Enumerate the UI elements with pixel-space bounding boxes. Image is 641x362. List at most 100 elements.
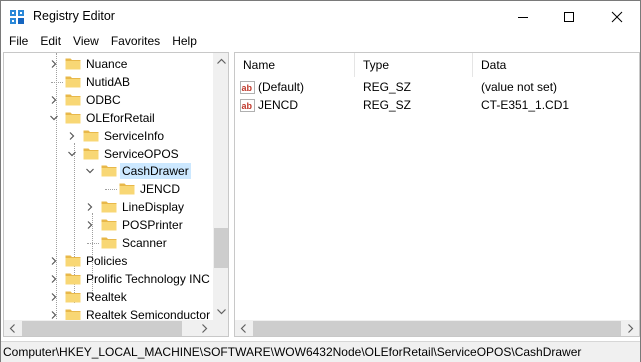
minimize-icon <box>518 16 528 18</box>
folder-icon <box>65 255 81 267</box>
folder-icon <box>101 165 117 177</box>
close-button[interactable] <box>594 1 640 32</box>
menu-bar: File Edit View Favorites Help <box>1 32 640 51</box>
scroll-left-button[interactable] <box>4 320 20 336</box>
values-list-pane[interactable]: Name Type Data ab (Default) REG_SZ (valu… <box>234 52 640 337</box>
scroll-up-button[interactable] <box>213 53 228 69</box>
folder-icon <box>65 273 81 285</box>
tree-item[interactable]: Realtek <box>4 288 213 306</box>
scroll-right-button[interactable] <box>623 320 639 336</box>
svg-text:ab: ab <box>242 101 253 111</box>
svg-text:ab: ab <box>242 83 253 93</box>
list-horizontal-scroll-thumb[interactable] <box>253 321 621 336</box>
value-name: (Default) <box>258 80 305 94</box>
tree-item-label: Nuance <box>86 57 128 71</box>
scroll-down-button[interactable] <box>213 304 228 320</box>
tree-item[interactable]: POSPrinter <box>4 216 213 234</box>
scrollbar-corner <box>213 320 228 336</box>
value-type: REG_SZ <box>363 80 412 94</box>
chevron-left-icon <box>9 323 15 333</box>
menu-view[interactable]: View <box>67 32 105 51</box>
status-bar-path: Computer\HKEY_LOCAL_MACHINE\SOFTWARE\WOW… <box>1 341 640 362</box>
tree-item[interactable]: Nuance <box>4 55 213 73</box>
folder-icon <box>83 148 99 160</box>
value-name: JENCD <box>258 98 299 112</box>
scroll-right-button[interactable] <box>197 320 213 336</box>
menu-favorites[interactable]: Favorites <box>105 32 166 51</box>
tree-item-label: Scanner <box>122 236 167 250</box>
chevron-right-icon[interactable] <box>49 95 59 105</box>
tree-item-label: NutidAB <box>86 75 131 89</box>
chevron-down-icon[interactable] <box>85 166 95 176</box>
folder-icon <box>65 76 81 88</box>
tree-item[interactable]: ODBC <box>4 91 213 109</box>
tree-item-label: LineDisplay <box>122 200 185 214</box>
tree-item[interactable]: OLEforRetail <box>4 109 213 127</box>
string-value-icon: ab <box>240 81 255 94</box>
folder-icon <box>65 58 81 70</box>
chevron-down-icon <box>216 309 226 315</box>
menu-edit[interactable]: Edit <box>34 32 67 51</box>
tree-horizontal-scroll-thumb[interactable] <box>22 321 182 336</box>
tree-item[interactable]: NutidAB <box>4 73 213 91</box>
column-header-type[interactable]: Type <box>355 53 473 77</box>
folder-icon <box>101 201 117 213</box>
tree-item[interactable]: ServiceOPOS <box>4 145 213 163</box>
tree-item-label: OLEforRetail <box>86 111 155 125</box>
column-header-data[interactable]: Data <box>473 53 639 77</box>
chevron-right-icon[interactable] <box>49 274 59 284</box>
folder-icon <box>65 291 81 303</box>
folder-icon <box>101 219 117 231</box>
chevron-right-icon <box>202 323 208 333</box>
tree-connector <box>105 189 117 190</box>
scroll-left-button[interactable] <box>235 320 251 336</box>
tree-vertical-scrollbar[interactable] <box>213 53 228 320</box>
chevron-right-icon[interactable] <box>85 220 95 230</box>
folder-icon <box>65 112 81 124</box>
tree-vertical-scroll-thumb[interactable] <box>214 228 228 268</box>
minimize-button[interactable] <box>500 1 546 32</box>
menu-help[interactable]: Help <box>166 32 203 51</box>
value-data: CT-E351_1.CD1 <box>481 98 570 112</box>
chevron-right-icon[interactable] <box>49 59 59 69</box>
chevron-right-icon[interactable] <box>49 310 59 320</box>
chevron-right-icon[interactable] <box>49 256 59 266</box>
registry-editor-window: Registry Editor File Edit View Favorites… <box>0 0 641 362</box>
chevron-right-icon[interactable] <box>49 292 59 302</box>
tree-item-label: Policies <box>86 254 128 268</box>
tree-item[interactable]: JENCD <box>4 180 213 198</box>
chevron-right-icon[interactable] <box>67 131 77 141</box>
string-value-icon: ab <box>240 99 255 112</box>
chevron-down-icon[interactable] <box>49 113 59 123</box>
tree-horizontal-scrollbar[interactable] <box>4 320 213 336</box>
tree-item-label: JENCD <box>140 182 181 196</box>
tree-item[interactable]: Prolific Technology INC <box>4 270 213 288</box>
menu-file[interactable]: File <box>3 32 34 51</box>
chevron-down-icon[interactable] <box>67 149 77 159</box>
tree-connector <box>51 82 63 83</box>
tree-item-label: Prolific Technology INC <box>86 272 210 286</box>
tree-item-label: ServiceOPOS <box>104 147 179 161</box>
tree-item[interactable]: ServiceInfo <box>4 127 213 145</box>
tree-item[interactable]: Scanner <box>4 234 213 252</box>
tree-item[interactable]: LineDisplay <box>4 198 213 216</box>
maximize-button[interactable] <box>546 1 592 32</box>
tree-item[interactable]: CashDrawer <box>4 162 213 180</box>
value-row[interactable]: ab JENCD REG_SZ CT-E351_1.CD1 <box>235 97 639 114</box>
column-header-name[interactable]: Name <box>235 53 355 77</box>
tree-item-label: ServiceInfo <box>104 129 165 143</box>
folder-icon <box>65 94 81 106</box>
value-row[interactable]: ab (Default) REG_SZ (value not set) <box>235 79 639 96</box>
tree-item-label: POSPrinter <box>122 218 183 232</box>
tree-item-label: Realtek <box>86 290 127 304</box>
tree-item[interactable]: Policies <box>4 252 213 270</box>
key-tree-pane[interactable]: Nuance NutidAB ODBC OLEforRetail ServiceInfo… <box>3 52 229 337</box>
tree-item-label: CashDrawer <box>120 163 191 179</box>
tree-connector <box>87 243 99 244</box>
folder-icon <box>119 183 135 195</box>
title-bar[interactable]: Registry Editor <box>1 1 640 32</box>
list-horizontal-scrollbar[interactable] <box>235 320 639 336</box>
registry-editor-icon <box>10 10 24 24</box>
folder-icon <box>83 130 99 142</box>
chevron-right-icon[interactable] <box>85 202 95 212</box>
